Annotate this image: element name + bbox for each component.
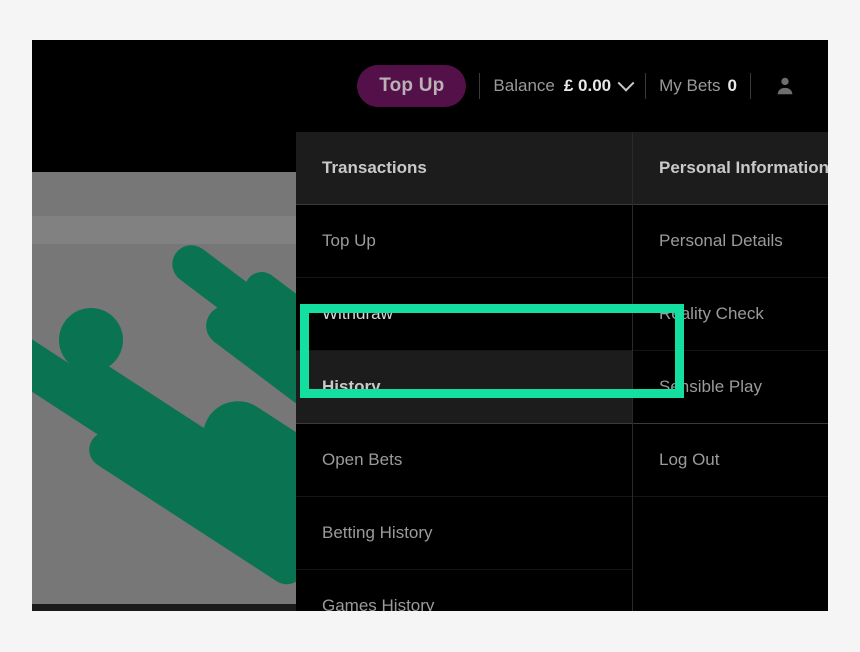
my-bets-label: My Bets [659, 76, 721, 95]
dropdown-item-reality-check[interactable]: Reality Check [633, 278, 828, 351]
chevron-down-icon [617, 74, 635, 92]
dropdown-item-sensible-play[interactable]: Sensible Play [633, 351, 828, 424]
account-dropdown-menu: Transactions Top Up Withdraw History Ope… [296, 132, 828, 611]
dropdown-item-open-bets[interactable]: Open Bets [296, 424, 632, 497]
browser-page-viewport: Top Up Balance £ 0.00 My Bets 0 Transact… [32, 40, 828, 611]
header-divider-1 [479, 73, 481, 99]
dropdown-item-withdraw[interactable]: Withdraw [296, 278, 632, 351]
dropdown-item-personal-details[interactable]: Personal Details [633, 205, 828, 278]
header-right-cluster: Top Up Balance £ 0.00 My Bets 0 [357, 40, 828, 132]
balance-amount: £ 0.00 [563, 76, 612, 95]
dropdown-column-transactions: Transactions Top Up Withdraw History Ope… [296, 132, 633, 611]
dropdown-item-games-history[interactable]: Games History [296, 570, 632, 611]
header-divider-2 [645, 73, 647, 99]
dropdown-item-betting-history[interactable]: Betting History [296, 497, 632, 570]
dropdown-header-transactions: Transactions [296, 132, 632, 205]
balance-dropdown[interactable]: Balance £ 0.00 [493, 74, 635, 96]
balance-label: Balance [493, 76, 555, 95]
dropdown-column-personal-information: Personal Information Personal Details Re… [633, 132, 828, 611]
my-bets-link[interactable]: My Bets 0 [659, 76, 737, 96]
dropdown-header-history: History [296, 351, 632, 424]
header-edge-clipped-element[interactable] [818, 75, 828, 97]
account-menu-button[interactable] [764, 75, 800, 97]
my-bets-count: 0 [727, 76, 737, 95]
dropdown-header-personal-information: Personal Information [633, 132, 828, 205]
dropdown-item-top-up[interactable]: Top Up [296, 205, 632, 278]
person-icon [777, 77, 793, 95]
site-header: Top Up Balance £ 0.00 My Bets 0 [32, 40, 828, 132]
screenshot-root: Top Up Balance £ 0.00 My Bets 0 Transact… [0, 0, 860, 652]
top-up-button[interactable]: Top Up [357, 65, 467, 107]
dropdown-item-log-out[interactable]: Log Out [633, 424, 828, 497]
header-divider-3 [750, 73, 751, 99]
